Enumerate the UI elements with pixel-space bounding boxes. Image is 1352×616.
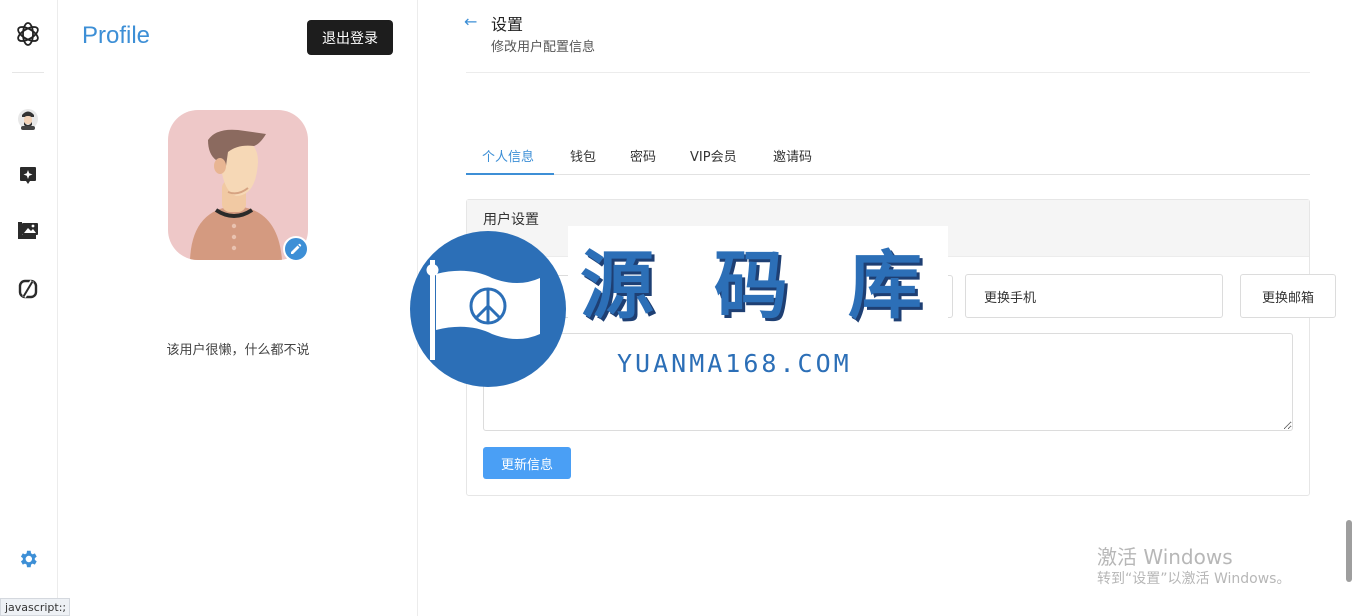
openai-logo-icon[interactable] — [14, 20, 42, 48]
watermark-flag-logo — [410, 231, 566, 387]
rail-item-gallery[interactable] — [17, 220, 39, 242]
tab-personal-info[interactable]: 个人信息 — [482, 146, 534, 165]
rail-divider — [12, 72, 44, 73]
profile-panel: Profile 退出登录 该用户很懒，什么都不说 — [58, 0, 418, 616]
image-gallery-icon — [18, 222, 38, 239]
profile-bio: 该用户很懒，什么都不说 — [166, 343, 310, 358]
tab-invite-code[interactable]: 邀请码 — [773, 146, 812, 165]
avatar[interactable] — [168, 110, 308, 260]
tab-wallet[interactable]: 钱包 — [570, 146, 596, 165]
gear-icon[interactable] — [17, 548, 39, 570]
watermark-brand: 源码库 — [580, 243, 982, 329]
page-subtitle: 修改用户配置信息 — [491, 40, 596, 55]
bio-textarea[interactable] — [483, 333, 1293, 431]
user-avatar-icon — [18, 109, 38, 130]
activate-windows-title: 激活 Windows — [1097, 545, 1233, 569]
edit-avatar-button[interactable] — [283, 236, 309, 262]
avatar-illustration — [190, 129, 282, 260]
watermark-url: YUANMA168.COM — [617, 349, 852, 378]
profile-title: Profile — [82, 22, 151, 49]
tab-vip[interactable]: VIP会员 — [690, 146, 737, 165]
no-sync-icon — [18, 279, 38, 299]
status-bar: javascript:; — [0, 598, 70, 616]
card-title: 用户设置 — [483, 212, 539, 228]
sparkle-chat-icon — [20, 167, 36, 184]
page-title: 设置 — [491, 15, 524, 34]
rail-item-sync[interactable] — [17, 278, 39, 300]
change-phone-button[interactable]: 更换手机 — [965, 274, 1223, 318]
active-tab-indicator — [466, 173, 554, 175]
pencil-icon — [291, 243, 302, 254]
rail-item-profile[interactable] — [17, 108, 39, 130]
rail-item-chat[interactable] — [17, 164, 39, 186]
update-info-button[interactable]: 更新信息 — [483, 447, 571, 479]
scrollbar-thumb[interactable] — [1346, 520, 1352, 582]
header-divider — [466, 72, 1310, 73]
watermark-brand-box: 源码库 — [568, 226, 948, 330]
icon-rail — [0, 0, 58, 616]
arrow-left-icon[interactable]: ← — [464, 12, 477, 31]
logout-button[interactable]: 退出登录 — [307, 20, 393, 55]
settings-tabs: 个人信息 钱包 密码 VIP会员 邀请码 — [466, 136, 1310, 175]
tab-password[interactable]: 密码 — [630, 146, 656, 165]
change-email-button[interactable]: 更换邮箱 — [1240, 274, 1336, 318]
activate-windows-hint: 转到“设置”以激活 Windows。 — [1097, 571, 1291, 587]
